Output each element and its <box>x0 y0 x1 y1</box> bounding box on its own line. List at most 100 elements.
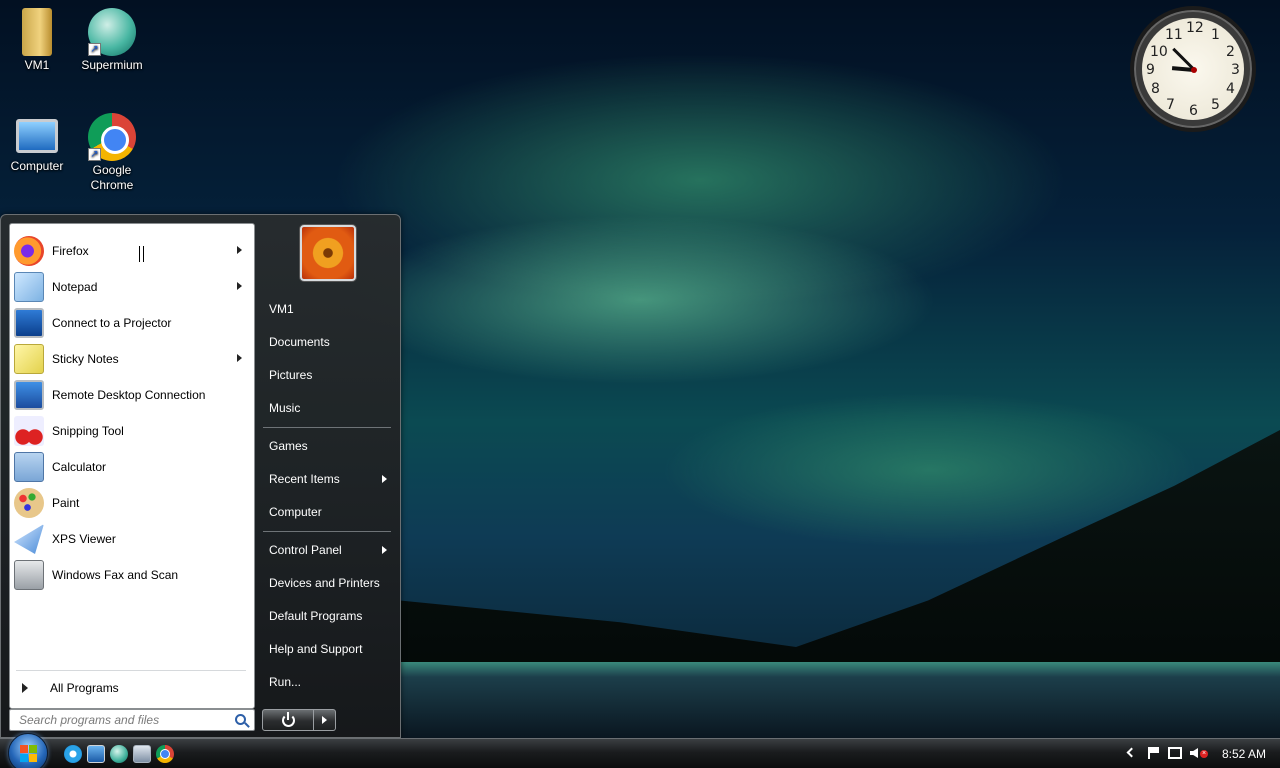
search-box[interactable] <box>9 709 255 731</box>
program-connect-to-projector[interactable]: Connect to a Projector <box>14 306 252 340</box>
clock-number: 6 <box>1189 103 1198 119</box>
right-item-devices-printers[interactable]: Devices and Printers <box>261 569 393 597</box>
program-fax-scan[interactable]: Windows Fax and Scan <box>14 558 252 592</box>
clock-center <box>1191 67 1197 73</box>
network-icon[interactable] <box>1168 747 1182 759</box>
clock-number: 10 <box>1150 44 1168 60</box>
search-icon[interactable] <box>235 714 246 725</box>
right-item-label: Pictures <box>269 368 313 382</box>
submenu-arrow-icon <box>382 475 387 483</box>
notepad-icon <box>14 272 44 302</box>
program-label: XPS Viewer <box>52 532 116 546</box>
taskbar-clock[interactable]: 8:52 AM <box>1222 747 1266 761</box>
volume-icon[interactable] <box>1190 748 1198 758</box>
shutdown-button[interactable] <box>262 709 314 731</box>
computer-icon <box>16 119 58 153</box>
shortcut-arrow-icon: ↗ <box>88 148 101 161</box>
clock-number: 4 <box>1226 81 1235 97</box>
right-item-documents[interactable]: Documents <box>261 328 393 356</box>
desktop-icon-label: VM1 <box>24 58 50 72</box>
clock-number: 5 <box>1211 97 1220 113</box>
folder-icon <box>22 8 52 56</box>
expand-arrow-icon <box>22 683 28 693</box>
submenu-arrow-icon[interactable] <box>237 246 242 254</box>
wallpaper-lake <box>400 662 1280 738</box>
program-notepad[interactable]: Notepad <box>14 270 252 304</box>
desktop-icon-computer[interactable]: Computer <box>0 113 75 174</box>
taskbar: × 8:52 AM <box>0 733 1280 768</box>
clock-number: 1 <box>1211 27 1220 43</box>
program-label: Snipping Tool <box>52 424 124 438</box>
clock-number: 12 <box>1186 20 1204 36</box>
right-item-run[interactable]: Run... <box>261 668 393 696</box>
show-desktop-icon[interactable] <box>87 745 105 763</box>
right-item-label: VM1 <box>269 302 294 316</box>
mute-icon: × <box>1200 750 1208 758</box>
program-label: Windows Fax and Scan <box>52 568 179 582</box>
clock-number: 9 <box>1146 62 1155 78</box>
desktop-icon-chrome[interactable]: ↗ Google Chrome <box>74 113 150 193</box>
divider <box>263 531 391 532</box>
user-avatar[interactable] <box>300 225 356 281</box>
right-item-music[interactable]: Music <box>261 394 393 422</box>
right-item-control-panel[interactable]: Control Panel <box>261 536 393 564</box>
program-sticky-notes[interactable]: Sticky Notes <box>14 342 252 376</box>
program-label: Notepad <box>52 280 98 294</box>
right-item-label: Run... <box>269 675 302 689</box>
program-label: Firefox <box>52 244 89 258</box>
program-snipping-tool[interactable]: Snipping Tool <box>14 414 252 448</box>
right-item-recent-items[interactable]: Recent Items <box>261 465 393 493</box>
program-xps-viewer[interactable]: XPS Viewer <box>14 522 252 556</box>
explorer-icon[interactable] <box>133 745 151 763</box>
clock-gadget[interactable]: 12 1 2 3 4 5 6 7 8 9 10 11 <box>1130 6 1256 132</box>
right-item-label: Games <box>269 439 308 453</box>
submenu-arrow-icon[interactable] <box>237 354 242 362</box>
supermium-icon[interactable] <box>110 745 128 763</box>
program-calculator[interactable]: Calculator <box>14 450 252 484</box>
firefox-icon <box>14 236 44 266</box>
clock-number: 7 <box>1166 97 1175 113</box>
shortcut-arrow-icon: ↗ <box>88 43 101 56</box>
program-label: Remote Desktop Connection <box>52 388 206 402</box>
internet-explorer-icon[interactable] <box>64 745 82 763</box>
desktop-icon-label: Google Chrome <box>90 163 134 192</box>
action-center-flag-icon[interactable] <box>1148 747 1160 759</box>
right-item-computer[interactable]: Computer <box>261 498 393 526</box>
program-label: Connect to a Projector <box>52 316 172 330</box>
right-item-games[interactable]: Games <box>261 432 393 460</box>
program-firefox[interactable]: Firefox <box>14 234 252 268</box>
right-item-label: Music <box>269 401 301 415</box>
clock-number: 2 <box>1226 44 1235 60</box>
chrome-icon[interactable] <box>156 745 174 763</box>
calculator-icon <box>14 452 44 482</box>
program-label: Sticky Notes <box>52 352 119 366</box>
show-hidden-icons-icon[interactable] <box>1126 747 1137 758</box>
right-item-vm1[interactable]: VM1 <box>261 295 393 323</box>
program-label: Paint <box>52 496 80 510</box>
shutdown-options-button[interactable] <box>314 709 336 731</box>
right-item-label: Default Programs <box>269 609 363 623</box>
divider <box>16 670 246 671</box>
desktop-icon-label: Supermium <box>81 58 143 72</box>
right-item-help-support[interactable]: Help and Support <box>261 635 393 663</box>
chrome-icon: ↗ <box>88 113 136 161</box>
program-label: Calculator <box>52 460 107 474</box>
right-item-default-programs[interactable]: Default Programs <box>261 602 393 630</box>
desktop-icon-label: Computer <box>10 159 64 173</box>
search-input[interactable] <box>10 710 220 730</box>
divider <box>263 427 391 428</box>
supermium-icon: ↗ <box>88 8 136 56</box>
start-button[interactable] <box>8 733 48 768</box>
submenu-arrow-icon[interactable] <box>237 282 242 290</box>
windows-logo-icon <box>20 745 38 763</box>
program-paint[interactable]: Paint <box>14 486 252 520</box>
system-tray: × 8:52 AM <box>1120 739 1280 768</box>
fax-scan-icon <box>14 560 44 590</box>
desktop-icon-supermium[interactable]: ↗ Supermium <box>74 8 150 73</box>
all-programs-button[interactable]: All Programs <box>18 676 248 700</box>
desktop-icon-vm1[interactable]: VM1 <box>0 8 75 73</box>
program-remote-desktop[interactable]: Remote Desktop Connection <box>14 378 252 412</box>
clock-number: 3 <box>1231 62 1240 78</box>
right-item-pictures[interactable]: Pictures <box>261 361 393 389</box>
remote-desktop-icon <box>14 380 44 410</box>
